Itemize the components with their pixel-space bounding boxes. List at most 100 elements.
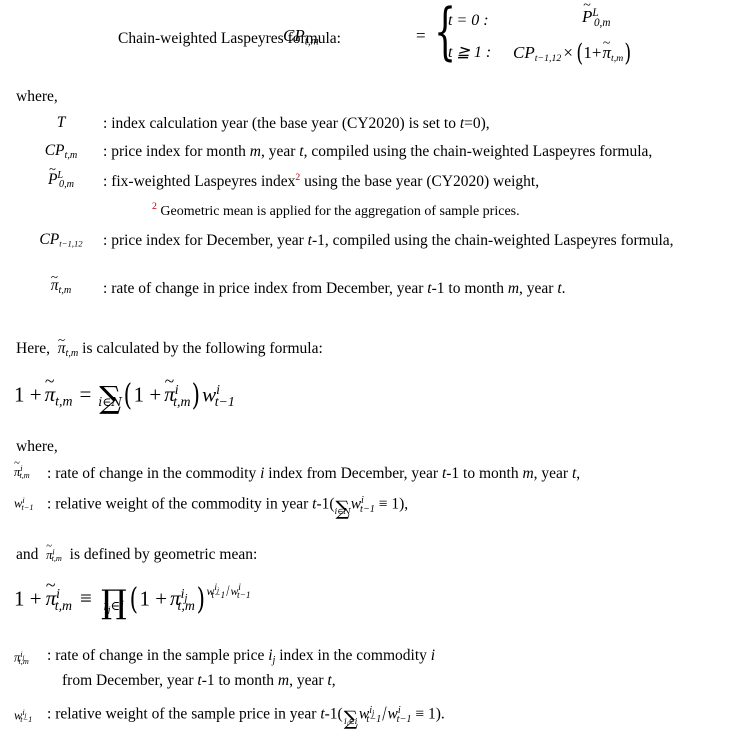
definition-symbol-w-i: wit−1 <box>14 496 34 512</box>
case-2-pi-sub: t,m <box>610 53 624 65</box>
symbol-w-ij-sub: t−1 <box>20 715 33 724</box>
formula-3-inner: 1 + <box>139 586 168 611</box>
pi-ij-line2-a: from December, year <box>62 672 194 689</box>
document-page: Chain-weighted Laspeyres formula: CPt,m … <box>0 0 730 745</box>
colon-pitm: : <box>103 280 108 297</box>
symbol-w-i-sub: t−1 <box>21 503 34 512</box>
pi-ij-line1-a: rate of change in the sample price <box>55 647 265 664</box>
definition-row-pi-ij: πijt,m : rate of change in the sample pr… <box>0 646 730 672</box>
pi-ij-line2-c: , year <box>289 672 324 689</box>
formula-2-weight: w <box>202 382 217 407</box>
definition-row-T: T : index calculation year (the base yea… <box>0 112 730 140</box>
here-suffix: is calculated by the following formula: <box>82 340 323 357</box>
formula-1-case-2-condition: t ≧ 1 : <box>448 42 491 62</box>
case-2-one-plus: 1+ <box>583 43 602 63</box>
symbol-pi-ij-sub: t,m <box>18 657 29 666</box>
definition-text-pi-i: : rate of change in the commodity i inde… <box>47 465 581 482</box>
footnote-row: 2 Geometric mean is applied for the aggr… <box>0 201 730 229</box>
definition-text-pitm: : rate of change in price index from Dec… <box>103 280 566 297</box>
definition-row-pi-ij-cont: from December, year t-1 to month m, year… <box>0 672 730 702</box>
definition-text-CPdec: : price index for December, year t-1, co… <box>103 232 674 249</box>
definition-row-pi-i: ~ πit,m : rate of change in the commodity… <box>0 457 730 492</box>
inline-weight-3-sub: t−1 <box>396 713 412 725</box>
symbol-T-base: T <box>56 114 66 131</box>
inline-summation-1: ∑ i∈N <box>334 498 351 518</box>
symbol-CPdec-base: CP <box>39 231 60 248</box>
formula-3-lhs-pi-sub: t,m <box>54 597 73 613</box>
definition-symbol-CPtm: CPt,m <box>22 142 100 161</box>
inline-summation-limit-2: ij∈i <box>344 716 358 728</box>
inline-slash-2: / <box>382 702 387 726</box>
formula-1-lhs-sub: t,m <box>304 35 319 48</box>
definition-text-pi-ij-line1: : rate of change in the sample price ij … <box>47 646 717 667</box>
inline-summation-limit-1: i∈N <box>334 506 351 517</box>
formula-2-lhs: 1 + <box>14 382 42 407</box>
definition-text-w-ij: : relative weight of the sample price in… <box>47 702 445 730</box>
case-2-cp: CP <box>513 43 535 63</box>
case-2-paren-close: ) <box>624 39 632 67</box>
formula-1-case-1-value: ~ PL0,m <box>582 0 611 29</box>
formula-3-lhs: 1 + <box>14 586 42 611</box>
definition-row-PL: ~ PL0,m : fix-weighted Laspeyres index2 u… <box>0 163 730 201</box>
symbol-CPdec-sub: t−1,12 <box>59 238 83 249</box>
formula-2-paren-open: ( <box>123 378 133 413</box>
exp-w2-sub: t−1 <box>236 591 251 602</box>
symbol-pi-i-sub: t,m <box>19 471 30 480</box>
formula-2-inner-pi-sub: t,m <box>173 393 191 409</box>
definition-row-w-i: wit−1 : relative weight of the commodity… <box>0 492 730 530</box>
footnote-marker: 2 <box>152 201 157 212</box>
here-sentence: Here, ~ πt,m is calculated by the followi… <box>16 331 323 360</box>
definition-row-w-ij: wijt−1 : relative weight of the sample p… <box>0 702 730 742</box>
formula-3-geometric-mean: 1 + ~ πit,m ≡ ∏ ij∈i (1 + πijt,m) wijt−1/wit−1 <box>14 574 251 621</box>
definition-text-T: : index calculation year (the base year … <box>103 115 490 132</box>
definition-symbol-pitm: ~ πt,m <box>50 268 72 297</box>
definition-text-PL: : fix-weighted Laspeyres index2 using th… <box>103 172 540 190</box>
here-symbol-sub: t,m <box>65 348 79 360</box>
definition-text-CPtm: : price index for month m, year t, compi… <box>103 143 653 160</box>
summation-limit: i∈N <box>98 395 122 410</box>
colon-T: : <box>103 115 108 132</box>
inline-weight-sub-1: t−1 <box>360 503 375 515</box>
formula-2-pi-aggregation: 1 + ~ πt,m = ∑ i∈N (1 + ~ πit,m)wit−1 <box>14 370 235 417</box>
inline-summation-2: ∑ ij∈i <box>344 708 358 728</box>
symbol-PL-sub: 0,m <box>59 178 75 190</box>
symbol-CPtm-sub: t,m <box>64 150 78 162</box>
definition-symbol-pi-ij: πijt,m <box>14 650 29 666</box>
chain-weighted-laspeyres-formula: Chain-weighted Laspeyres formula: CPt,m … <box>0 0 730 82</box>
inline-sum-limit-rest: ∈i <box>348 716 358 727</box>
where-label-2: where, <box>16 438 58 455</box>
pi-ij-line2-m: m <box>277 672 290 689</box>
formula-3-exponent: wijt−1/wit−1 <box>207 583 251 602</box>
symbol-pitm-sub: t,m <box>58 285 72 297</box>
exp-slash: / <box>226 583 230 601</box>
inline-identity-2: ≡ 1). <box>415 705 445 723</box>
formula-1-equals: = <box>416 26 426 45</box>
pi-ij-line2-b: -1 to month <box>201 672 275 689</box>
colon-pi-ij: : <box>47 647 52 664</box>
pi-ij-line2-d: , <box>331 672 336 689</box>
summation-operator: ∑ i∈N <box>98 383 122 413</box>
definition-text-w-i: : relative weight of the commodity in ye… <box>47 495 409 520</box>
and-symbol-sub: t,m <box>51 554 62 564</box>
definition-symbol-pi-i: ~ πit,m <box>14 457 30 480</box>
colon-CPdec: : <box>103 232 108 249</box>
formula-1-lhs-base: CP <box>283 26 305 45</box>
product-limit-rest: ∈i <box>110 598 125 614</box>
colon-PL: : <box>103 173 108 190</box>
pi-ij-line1-j: j <box>272 655 276 667</box>
definition-row-pitm: ~ πt,m : rate of change in price index fr… <box>0 268 730 307</box>
definition-symbol-w-ij: wijt−1 <box>14 708 32 724</box>
definition-symbol-CPdec: CPt−1,12 <box>22 231 100 249</box>
footnote-marker-inline: 2 <box>295 172 301 184</box>
and-sentence: and ~ πit,m is defined by geometric mean: <box>16 541 258 564</box>
here-prefix: Here, <box>16 340 50 357</box>
case-1-value-sub: 0,m <box>593 16 611 29</box>
formula-1-case-2-value: CPt−1,12 × (1+ ~ πt,m) <box>513 35 632 67</box>
case-2-paren-open: ( <box>576 39 584 67</box>
formula-1-case-1-condition: t = 0 : <box>448 12 489 30</box>
case-2-condition-text: t ≧ 1 : <box>448 44 492 61</box>
pi-ij-line1-c: i <box>430 647 436 664</box>
colon-CPtm: : <box>103 143 108 160</box>
footnote-body: Geometric mean is applied for the aggreg… <box>160 203 520 219</box>
definition-text-pi-ij-line2: from December, year t-1 to month m, year… <box>62 672 712 690</box>
